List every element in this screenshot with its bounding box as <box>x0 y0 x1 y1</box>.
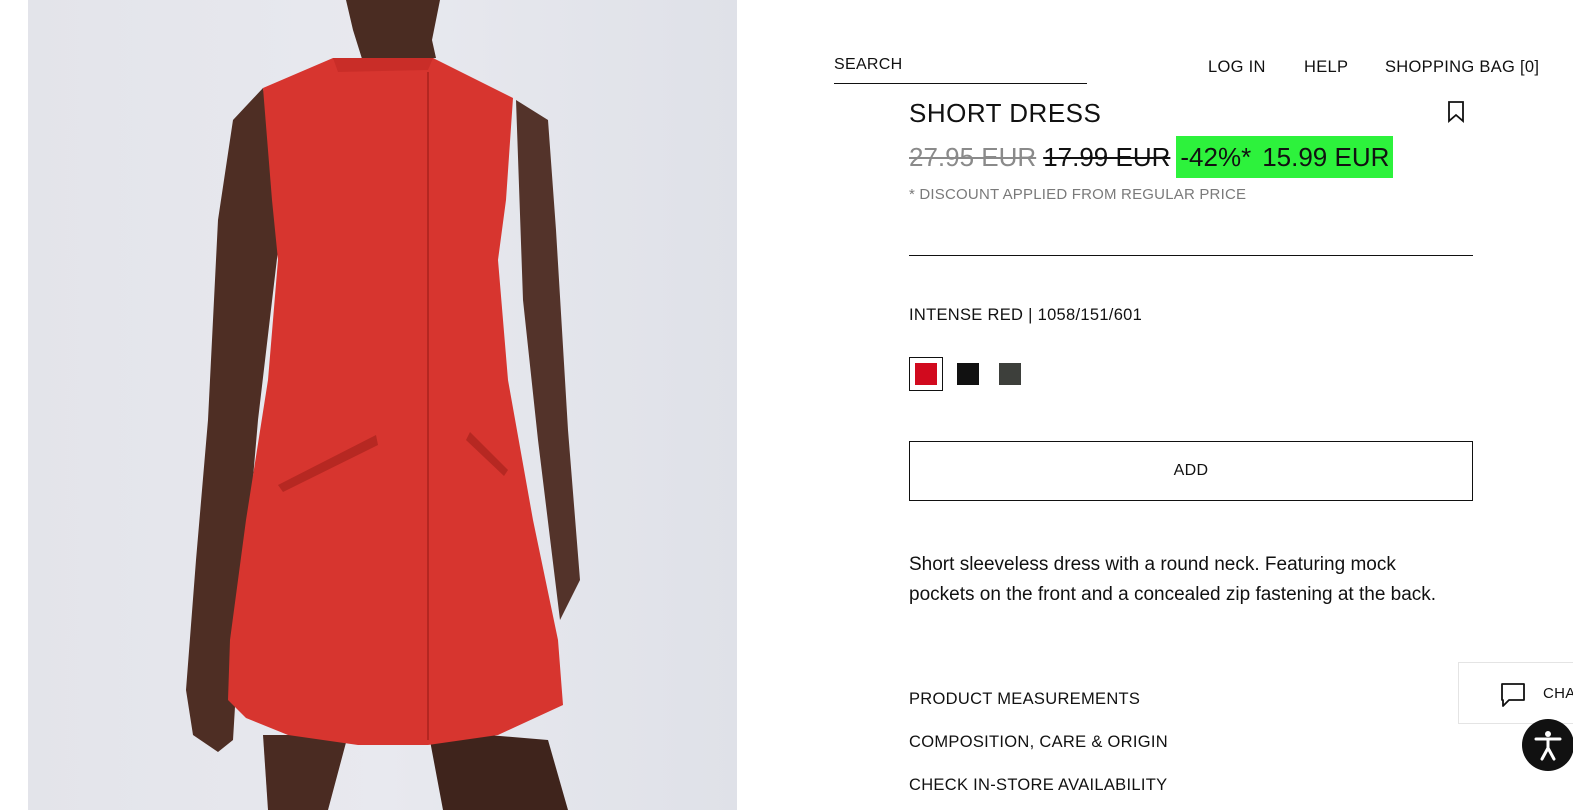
search-input[interactable]: SEARCH <box>834 54 1087 84</box>
accessibility-icon[interactable] <box>1522 719 1573 771</box>
bookmark-icon[interactable] <box>1445 100 1467 124</box>
product-measurements-link[interactable]: PRODUCT MEASUREMENTS <box>909 690 1140 709</box>
current-price: 15.99 EUR <box>1262 142 1390 172</box>
discount-badge: -42%* 15.99 EUR <box>1176 136 1394 178</box>
help-link[interactable]: HELP <box>1304 58 1348 77</box>
previous-price: 17.99 EUR <box>1043 141 1171 172</box>
chat-label: CHAT <box>1543 685 1573 702</box>
dress-photo-illustration <box>186 0 580 810</box>
discount-percent: -42%* <box>1180 142 1252 172</box>
product-title: SHORT DRESS <box>909 98 1102 128</box>
composition-care-link[interactable]: COMPOSITION, CARE & ORIGIN <box>909 733 1168 752</box>
add-button[interactable]: ADD <box>909 441 1473 501</box>
chat-button[interactable]: CHAT <box>1458 662 1573 724</box>
color-reference: INTENSE RED | 1058/151/601 <box>909 306 1143 324</box>
chat-icon <box>1501 683 1525 707</box>
divider <box>909 255 1473 256</box>
login-link[interactable]: LOG IN <box>1208 58 1266 77</box>
swatch-red[interactable] <box>909 357 943 391</box>
original-price: 27.95 EUR <box>909 141 1037 172</box>
product-image[interactable] <box>28 0 737 810</box>
discount-note: * DISCOUNT APPLIED FROM REGULAR PRICE <box>909 186 1247 203</box>
swatch-black[interactable] <box>957 363 979 385</box>
shopping-bag-link[interactable]: SHOPPING BAG [0] <box>1385 58 1539 77</box>
product-description: Short sleeveless dress with a round neck… <box>909 554 1437 605</box>
swatch-dark-grey[interactable] <box>999 363 1021 385</box>
swatch-red-fill <box>915 363 937 385</box>
store-availability-link[interactable]: CHECK IN-STORE AVAILABILITY <box>909 776 1167 795</box>
search-label: SEARCH <box>834 56 903 73</box>
price-block: 27.95 EUR 17.99 EUR -42%* 15.99 EUR <box>909 136 1394 178</box>
